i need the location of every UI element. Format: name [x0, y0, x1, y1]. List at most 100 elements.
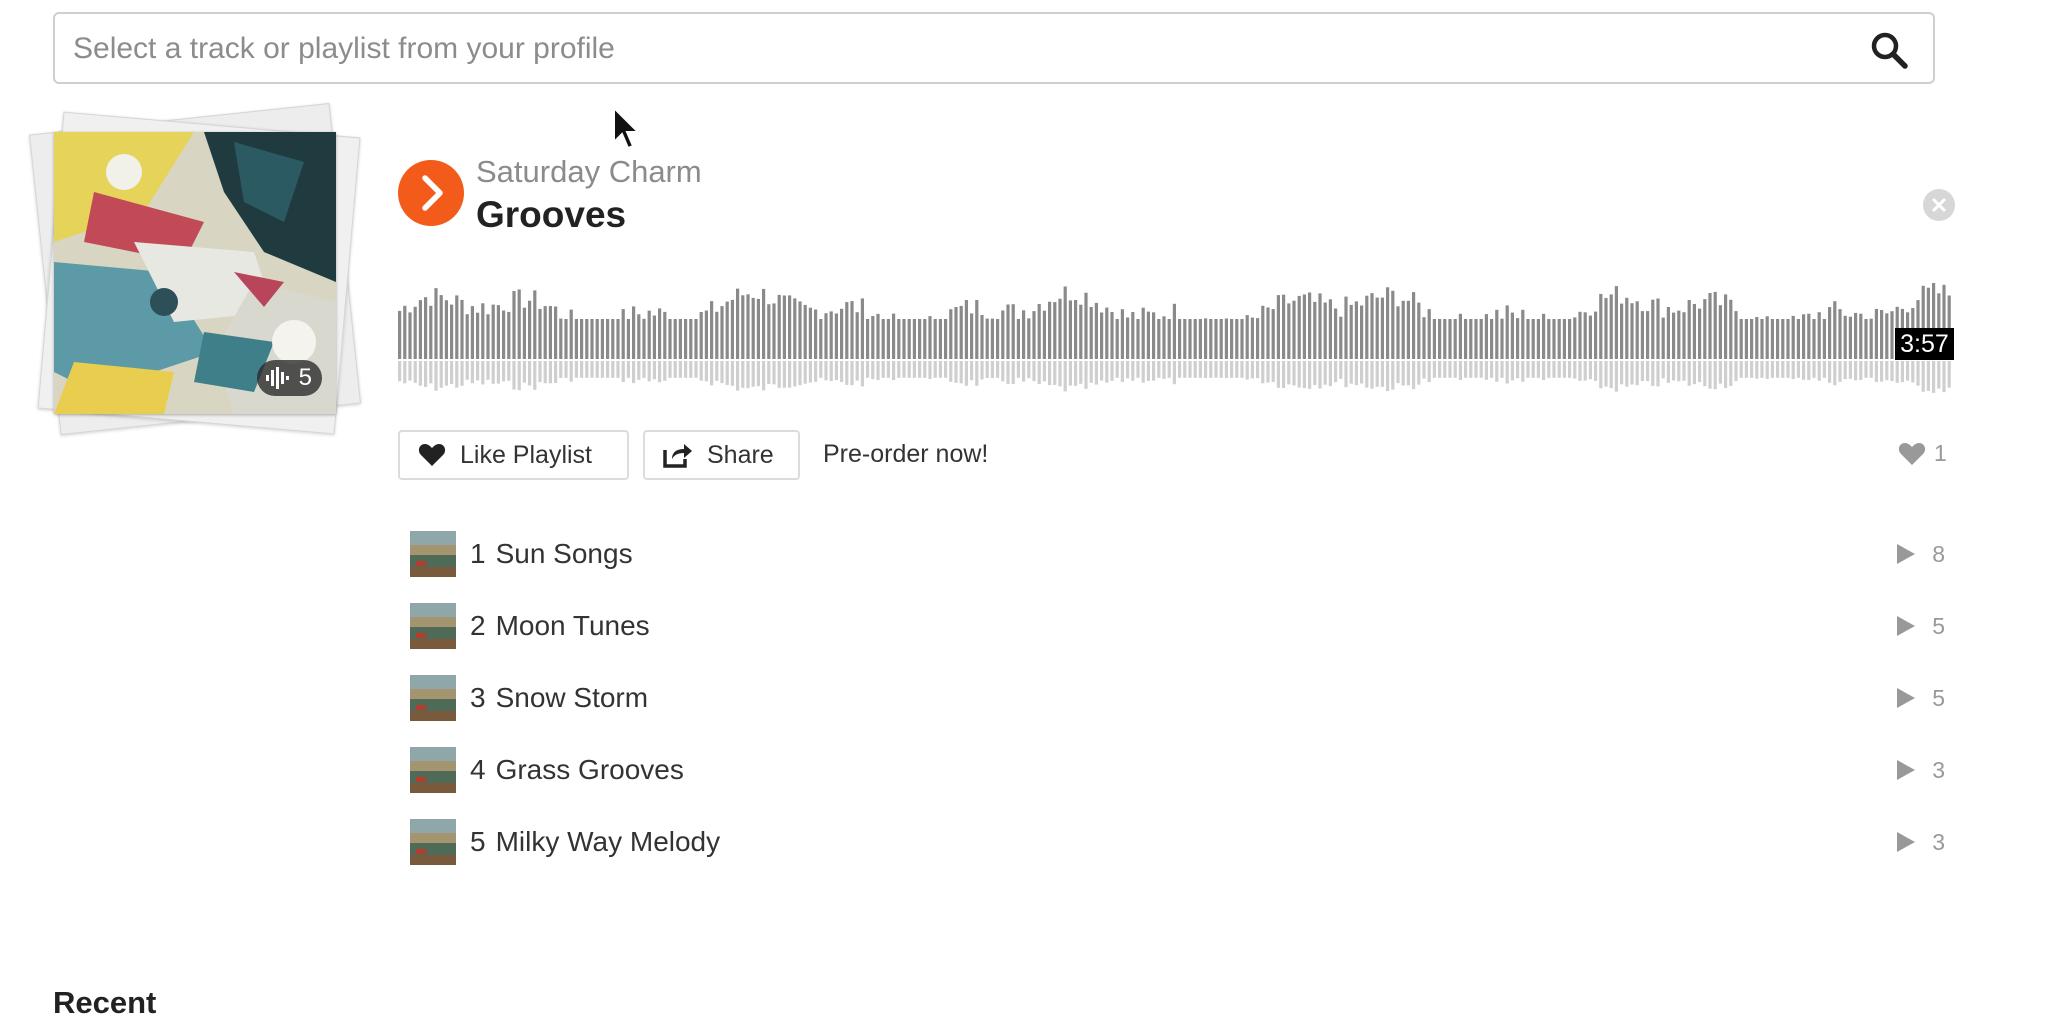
waveform-reflection-bar	[1739, 361, 1743, 378]
waveform-bar	[1027, 318, 1031, 359]
track-row[interactable]: 3 Snow Storm 5	[410, 662, 1945, 734]
waveform-bar	[1354, 301, 1358, 359]
track-title[interactable]: Milky Way Melody	[496, 826, 721, 858]
like-count: 1	[1898, 440, 1947, 467]
waveform-bar	[1547, 319, 1551, 359]
waveform-reflection-bar	[704, 361, 708, 382]
share-button[interactable]: Share	[643, 430, 800, 480]
track-thumbnail	[410, 747, 456, 793]
waveform-reflection-bar	[923, 361, 927, 378]
waveform-reflection-bar	[580, 361, 584, 378]
waveform-bar	[767, 304, 771, 359]
waveform-reflection-bar	[1807, 361, 1811, 380]
waveform-reflection-bar	[767, 361, 771, 384]
waveform-reflection-bar	[1308, 361, 1312, 389]
waveform-reflection-bar	[1817, 361, 1821, 381]
search-bar[interactable]	[53, 12, 1935, 84]
waveform-reflection-bar	[522, 361, 526, 383]
waveform-bar	[1042, 310, 1046, 359]
waveform-bar	[1152, 312, 1156, 359]
search-icon[interactable]	[1869, 30, 1909, 70]
playlist-artwork[interactable]: 5	[28, 103, 368, 446]
waveform-bar	[736, 288, 740, 359]
waveform-bar	[1859, 313, 1863, 359]
waveform-reflection-bar	[574, 361, 578, 378]
waveform-reflection-bar	[1666, 361, 1670, 383]
waveform-bar	[1328, 299, 1332, 359]
waveform-bar	[1105, 307, 1109, 359]
track-row[interactable]: 4 Grass Grooves 3	[410, 734, 1945, 806]
playlist-artist[interactable]: Saturday Charm	[476, 154, 702, 190]
close-icon[interactable]	[1922, 188, 1956, 222]
waveform-reflection-bar	[1001, 361, 1005, 382]
waveform-reflection-bar	[1724, 361, 1728, 389]
track-title[interactable]: Grass Grooves	[496, 754, 684, 786]
waveform-reflection-bar	[1079, 361, 1083, 384]
play-button[interactable]	[398, 160, 464, 226]
waveform-bar	[1802, 314, 1806, 359]
waveform-reflection-bar	[689, 361, 693, 378]
waveform-bar	[1474, 319, 1478, 359]
waveform-reflection-bar	[1011, 361, 1015, 384]
waveform-reflection-bar	[1526, 361, 1530, 378]
track-title[interactable]: Snow Storm	[496, 682, 649, 714]
waveform-bar	[1256, 318, 1260, 359]
play-count-icon	[1897, 832, 1916, 852]
search-input[interactable]	[71, 14, 1855, 84]
heart-icon	[418, 444, 446, 466]
track-count-badge: 5	[256, 360, 322, 396]
waveform-reflection-bar	[1796, 361, 1800, 378]
waveform-bar	[860, 298, 864, 359]
waveform-bar	[814, 309, 818, 359]
waveform-bar	[912, 319, 916, 359]
waveform-bar	[1302, 294, 1306, 359]
waveform-reflection-bar	[1105, 361, 1109, 383]
waveform-reflection-bar	[512, 361, 516, 390]
waveform-reflection-bar	[1256, 361, 1260, 379]
waveform-bar	[439, 295, 443, 359]
waveform-bar	[585, 319, 589, 359]
waveform-bar	[1292, 300, 1296, 359]
waveform-reflection-bar	[1770, 361, 1774, 378]
waveform-reflection-bar	[918, 361, 922, 378]
waveform-reflection-bar	[1890, 361, 1894, 382]
waveform-bar	[1708, 293, 1712, 359]
waveform-bar	[1874, 308, 1878, 359]
waveform-bar	[1776, 319, 1780, 359]
waveform-bar	[1630, 303, 1634, 359]
waveform-bar	[1172, 303, 1176, 359]
waveform-reflection-bar	[1911, 361, 1915, 383]
track-row[interactable]: 5 Milky Way Melody 3	[410, 806, 1945, 878]
mouse-cursor-icon	[613, 106, 641, 150]
waveform-bar	[1406, 300, 1410, 359]
waveform-reflection-bar	[1323, 361, 1327, 385]
track-title[interactable]: Sun Songs	[496, 538, 633, 570]
waveform-bar	[1573, 317, 1577, 359]
share-label: Share	[707, 440, 774, 469]
preorder-link[interactable]: Pre-order now!	[823, 440, 988, 469]
waveform-bar	[1812, 319, 1816, 359]
track-row[interactable]: 1 Sun Songs 8	[410, 518, 1945, 590]
waveform-reflection-bar	[964, 361, 968, 386]
play-count: 3	[1932, 828, 1945, 855]
waveform[interactable]	[398, 264, 1954, 404]
waveform-bar	[663, 311, 667, 359]
playlist-title[interactable]: Grooves	[476, 194, 626, 236]
waveform-bar	[1318, 293, 1322, 359]
waveform-bar	[1245, 315, 1249, 359]
waveform-bar	[876, 313, 880, 359]
waveform-reflection-bar	[1401, 361, 1405, 386]
track-row[interactable]: 2 Moon Tunes 5	[410, 590, 1945, 662]
waveform-reflection-bar	[1926, 361, 1930, 391]
waveform-bar	[1365, 295, 1369, 359]
waveform-reflection-bar	[496, 361, 500, 384]
waveform-bar	[798, 301, 802, 359]
like-playlist-button[interactable]: Like Playlist	[398, 430, 629, 480]
waveform-bar	[886, 319, 890, 359]
track-title[interactable]: Moon Tunes	[496, 610, 650, 642]
waveform-reflection-bar	[845, 361, 849, 385]
waveform-bar	[1412, 292, 1416, 359]
waveform-reflection-bar	[517, 361, 521, 391]
waveform-bar	[1079, 304, 1083, 359]
track-plays: 3	[1896, 757, 1945, 784]
